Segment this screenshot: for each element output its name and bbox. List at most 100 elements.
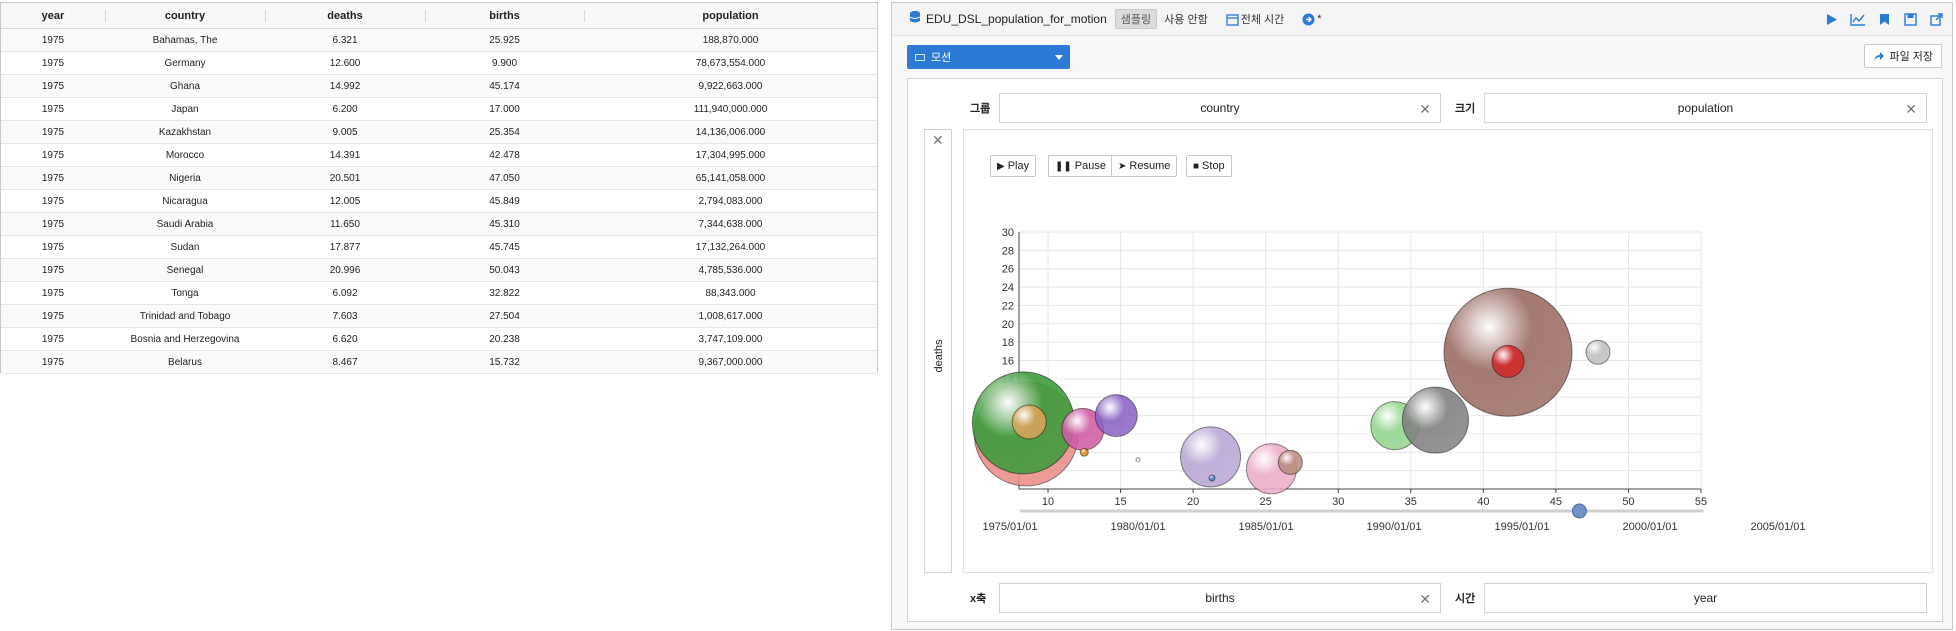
cell-population: 2,794,083.000 (698, 195, 763, 207)
usage-toggle[interactable]: 사용 안함 (1164, 11, 1208, 27)
chart-type-select[interactable]: 모션 (907, 45, 1070, 69)
table-row[interactable]: 1975 Saudi Arabia 11.650 45.310 7,344,638.00… (1, 213, 877, 236)
arrow-right-icon (1302, 13, 1315, 25)
data-bubble[interactable] (1401, 386, 1469, 454)
bookmark-icon[interactable] (1876, 11, 1892, 27)
data-bubble[interactable] (1208, 474, 1216, 482)
group-value: country (1200, 101, 1240, 115)
motion-chart-panel: EDU_DSL_population_for_motion 샘플링 사용 안함 … (891, 2, 1953, 630)
cell-population: 17,304,995.000 (695, 149, 766, 161)
next-button[interactable]: * (1302, 13, 1322, 26)
table-row[interactable]: 1975 Kazakhstan 9.005 25.354 14,136,006.000 (1, 121, 877, 144)
run-icon[interactable] (1824, 11, 1840, 27)
cell-births: 20.238 (489, 333, 520, 345)
resume-button[interactable]: ➤ Resume (1111, 155, 1178, 177)
cell-deaths: 12.005 (329, 195, 361, 207)
timeline-label: 1995/01/01 (1494, 521, 1549, 533)
save-file-label: 파일 저장 (1889, 51, 1933, 63)
cell-population: 7,344,638.000 (698, 218, 763, 230)
cell-deaths: 8.467 (332, 356, 358, 368)
clear-y-icon[interactable]: ✕ (932, 132, 944, 149)
play-button[interactable]: ▶ Play (990, 155, 1037, 177)
cell-births: 50.043 (489, 264, 520, 276)
data-bubble[interactable] (1135, 457, 1141, 463)
timeline-label: 2005/01/01 (1750, 521, 1805, 533)
table-row[interactable]: 1975 Japan 6.200 17.000 111,940,000.000 (1, 98, 877, 121)
cell-births: 25.925 (489, 34, 520, 46)
x-tick-label: 15 (1114, 496, 1126, 508)
motion-row: 모션 파일 저장 (892, 36, 1952, 72)
pause-icon: ❚❚ (1055, 160, 1072, 172)
timeline-label: 2000/01/01 (1622, 521, 1677, 533)
chevron-down-icon (1055, 55, 1063, 60)
cell-year: 1975 (41, 310, 65, 322)
timeline-label: 1985/01/01 (1238, 521, 1293, 533)
table-row[interactable]: 1975 Belarus 8.467 15.732 9,367,000.000 (1, 351, 877, 374)
full-time-label: 전체 시간 (1240, 14, 1285, 26)
header-year[interactable]: year (1, 3, 105, 28)
cell-births: 42.478 (489, 149, 520, 161)
export-icon[interactable] (1928, 11, 1944, 27)
data-bubble[interactable] (1079, 447, 1089, 457)
table-row[interactable]: 1975 Nigeria 20.501 47.050 65,141,058.000 (1, 167, 877, 190)
data-bubble[interactable] (1277, 449, 1303, 475)
full-time-button[interactable]: 전체 시간 (1226, 11, 1285, 27)
cell-country: Senegal (166, 264, 204, 276)
time-field[interactable]: year (1484, 583, 1927, 613)
cell-deaths: 20.996 (329, 264, 361, 276)
table-row[interactable]: 1975 Nicaragua 12.005 45.849 2,794,083.000 (1, 190, 877, 213)
data-bubble[interactable] (1011, 404, 1047, 440)
y-axis-field[interactable]: ✕ deaths (924, 129, 952, 573)
timeline-label: 1980/01/01 (1110, 521, 1165, 533)
clear-x-icon[interactable]: ✕ (1419, 591, 1431, 608)
pause-button[interactable]: ❚❚ Pause (1048, 155, 1113, 177)
cell-year: 1975 (41, 195, 65, 207)
cell-births: 9.900 (491, 57, 518, 69)
cell-population: 65,141,058.000 (695, 172, 766, 184)
table-row[interactable]: 1975 Senegal 20.996 50.043 4,785,536.000 (1, 259, 877, 282)
y-tick-label: 22 (1002, 300, 1014, 312)
table-row[interactable]: 1975 Tonga 6.092 32.822 88,343.000 (1, 282, 877, 305)
save-file-button[interactable]: 파일 저장 (1864, 44, 1942, 68)
cell-births: 27.504 (489, 310, 520, 322)
cell-year: 1975 (41, 57, 65, 69)
header-country[interactable]: country (105, 3, 265, 28)
cell-year: 1975 (41, 103, 65, 115)
size-field[interactable]: population ✕ (1484, 93, 1927, 123)
header-population[interactable]: population (584, 3, 877, 28)
chart-icon[interactable] (1850, 11, 1866, 27)
x-axis-field[interactable]: births ✕ (999, 583, 1441, 613)
cell-country: Tonga (171, 287, 199, 299)
table-row[interactable]: 1975 Trinidad and Tobago 7.603 27.504 1,008,… (1, 305, 877, 328)
cell-population: 9,367,000.000 (698, 356, 763, 368)
cell-year: 1975 (41, 34, 65, 46)
stop-button[interactable]: ■ Stop (1186, 155, 1232, 177)
data-bubble[interactable] (1585, 339, 1611, 365)
size-value: population (1677, 101, 1734, 115)
sample-pill[interactable]: 샘플링 (1114, 9, 1158, 29)
chart-frame: 그룹 country ✕ 크기 population ✕ ✕ deaths ▶ … (907, 78, 1943, 622)
header-deaths[interactable]: deaths (265, 3, 425, 28)
table-row[interactable]: 1975 Germany 12.600 9.900 78,673,554.000 (1, 52, 877, 75)
data-bubble[interactable] (1491, 344, 1525, 378)
table-row[interactable]: 1975 Ghana 14.992 45.174 9,922,663.000 (1, 75, 877, 98)
header-births[interactable]: births (425, 3, 584, 28)
timeline-slider-handle[interactable] (1571, 503, 1587, 519)
table-row[interactable]: 1975 Sudan 17.877 45.745 17,132,264.000 (1, 236, 877, 259)
resume-icon: ➤ (1118, 160, 1127, 172)
cell-population: 188,870.000 (702, 34, 759, 46)
cell-births: 45.174 (489, 80, 520, 92)
save-icon[interactable] (1902, 11, 1918, 27)
clear-size-icon[interactable]: ✕ (1905, 101, 1917, 118)
data-bubble[interactable] (1094, 394, 1138, 438)
table-row[interactable]: 1975 Bahamas, The 6.321 25.925 188,870.000 (1, 29, 877, 52)
clear-group-icon[interactable]: ✕ (1419, 101, 1431, 118)
cell-deaths: 12.600 (329, 57, 361, 69)
cell-births: 17.000 (489, 103, 520, 115)
table-row[interactable]: 1975 Morocco 14.391 42.478 17,304,995.000 (1, 144, 877, 167)
cell-country: Kazakhstan (158, 126, 212, 138)
table-row[interactable]: 1975 Bosnia and Herzegovina 6.620 20.238 3,7… (1, 328, 877, 351)
group-field[interactable]: country ✕ (999, 93, 1441, 123)
cell-country: Nicaragua (162, 195, 208, 207)
cell-deaths: 11.650 (330, 218, 360, 230)
